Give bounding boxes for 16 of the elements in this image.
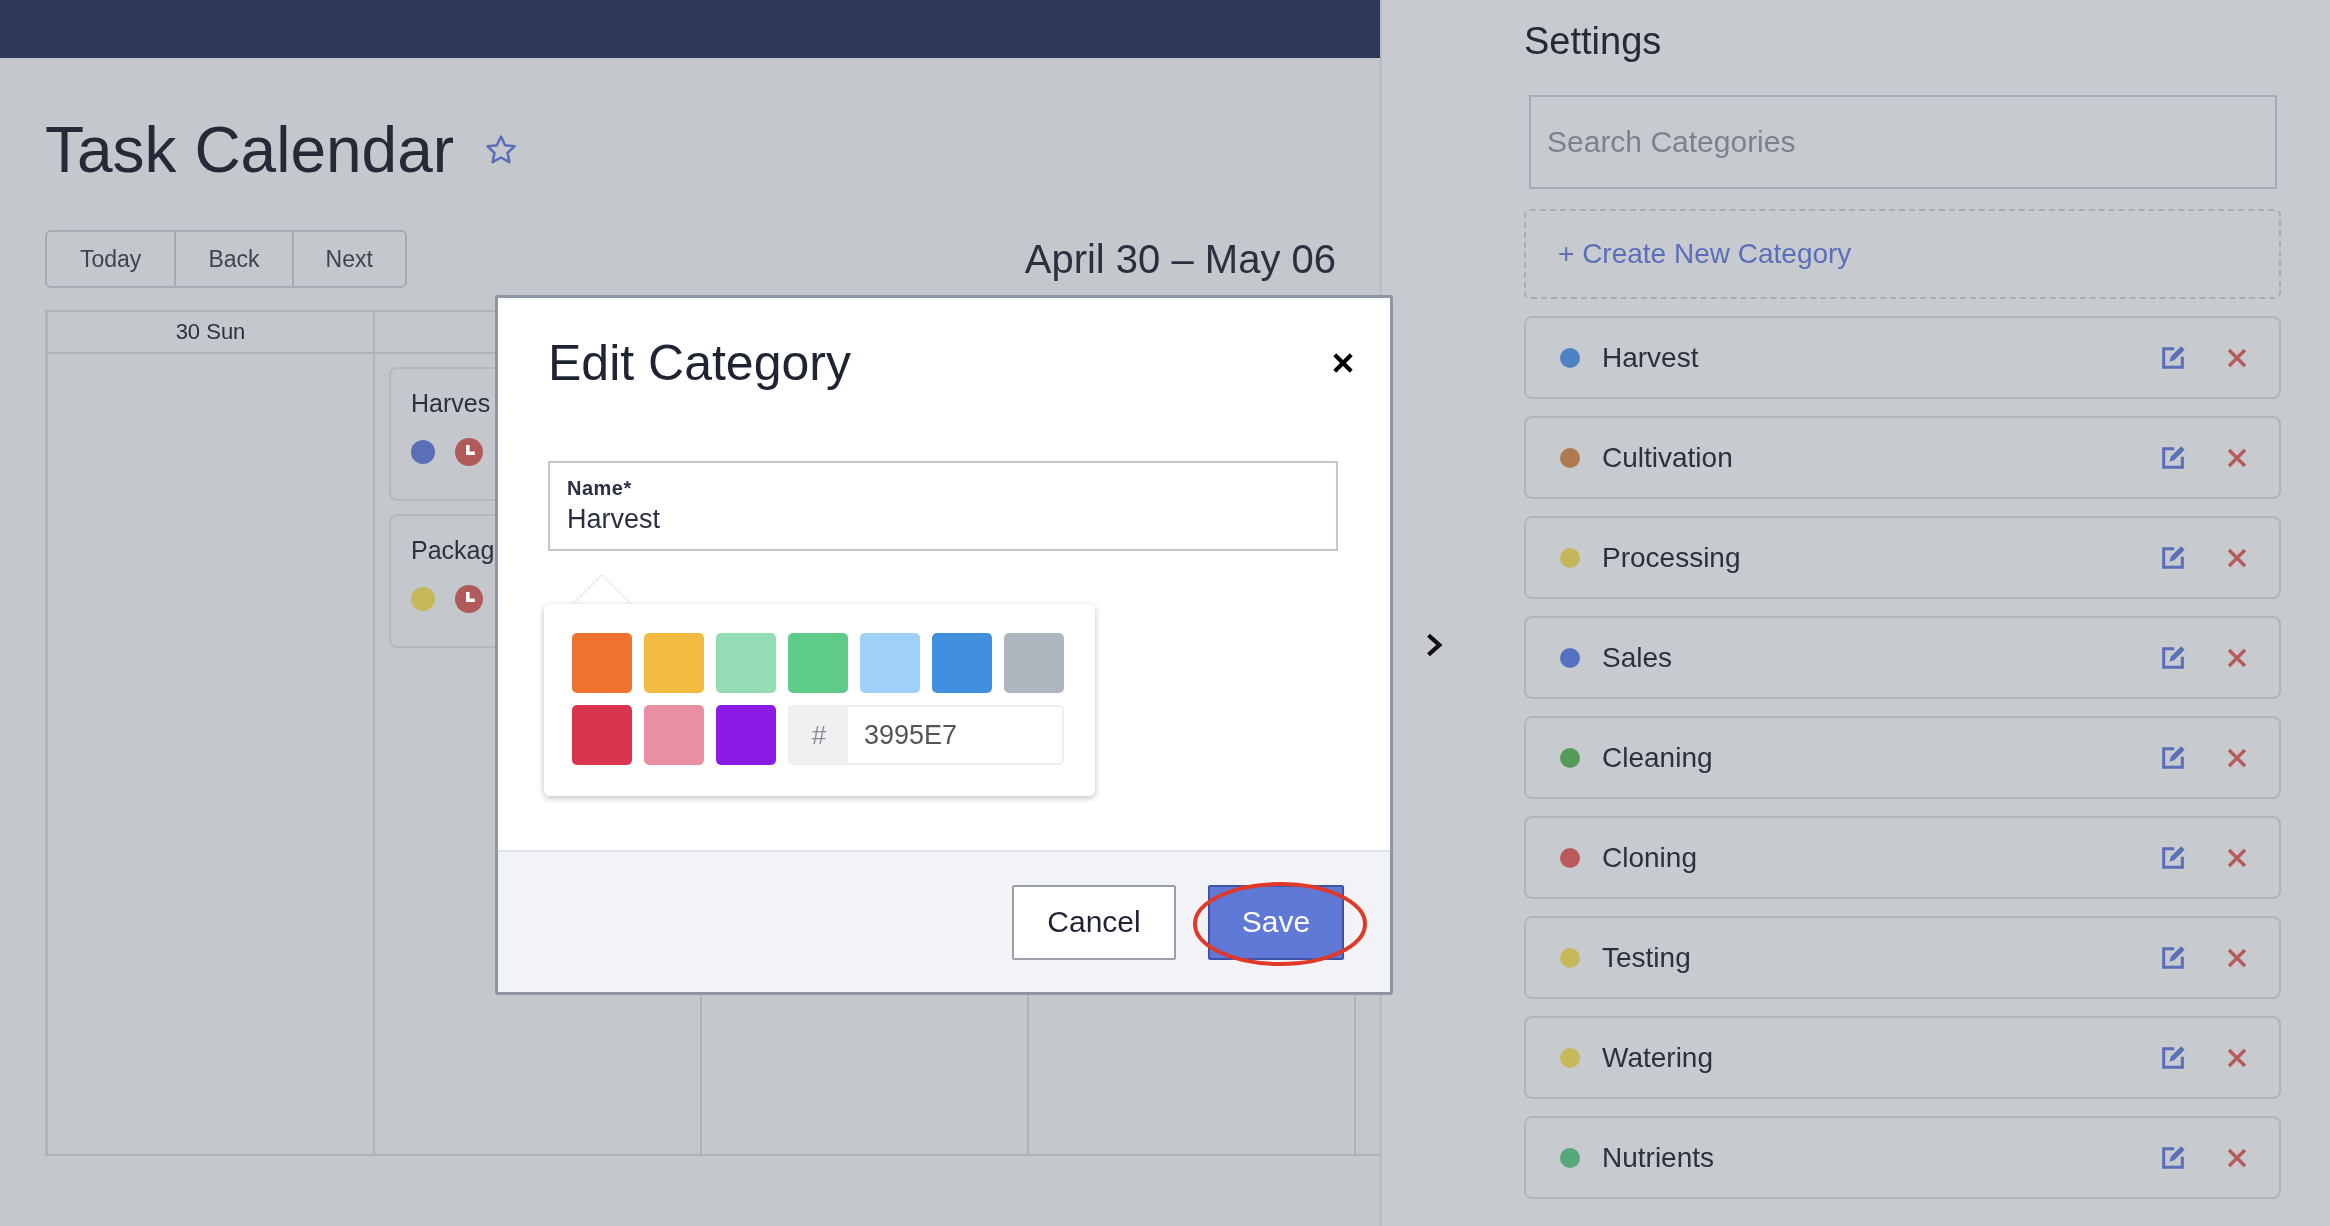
dialog-title: Edit Category: [548, 334, 851, 392]
category-name: Testing: [1602, 941, 1692, 974]
category-name: Harvest: [1602, 341, 1700, 374]
category-name: Watering: [1602, 1041, 1714, 1074]
day-header: 30 Sun: [175, 319, 246, 345]
category-name: Nutrients: [1602, 1141, 1716, 1174]
date-range: April 30 – May 06: [1024, 236, 1336, 282]
category-name: Cleaning: [1602, 741, 1714, 774]
category-name: Cloning: [1602, 841, 1698, 874]
event-title: Packag: [411, 536, 495, 565]
settings-title: Settings: [1524, 20, 1662, 63]
category-name: Processing: [1602, 541, 1742, 574]
event-title: Harves: [411, 389, 491, 418]
category-name: Sales: [1602, 641, 1674, 674]
page-title: Task Calendar: [45, 113, 455, 187]
category-name: Cultivation: [1602, 441, 1734, 474]
